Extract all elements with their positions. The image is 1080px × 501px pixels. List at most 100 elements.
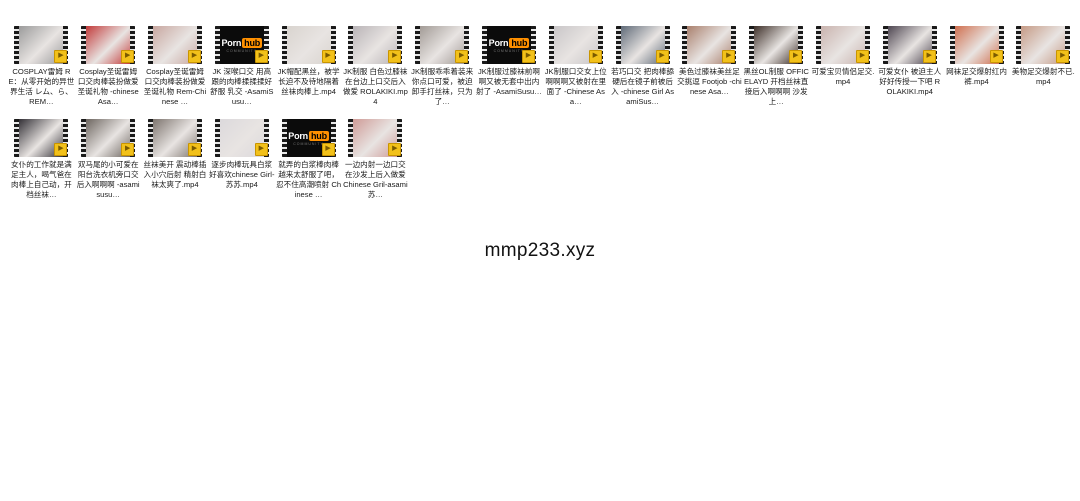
file-item[interactable]: ▶ 可爱女仆 被迫主人好好传授一下吧 ROLAKIKI.mp4 bbox=[876, 26, 943, 107]
file-type-badge-icon: ▶ bbox=[54, 143, 68, 156]
video-thumbnail[interactable]: ▶ bbox=[949, 26, 1004, 64]
file-name-label: JK帽配黑丝，被学长迫不及待地隔着丝袜肉棒上.mp4 bbox=[277, 67, 340, 96]
film-strip-left bbox=[348, 119, 354, 157]
file-type-badge-icon: ▶ bbox=[722, 50, 736, 63]
file-name-label: JK制服乖乖着装来你点口可爱，被迫卸手打丝袜，只为了… bbox=[411, 67, 474, 106]
film-strip-left bbox=[481, 26, 487, 64]
film-strip-left bbox=[548, 26, 554, 64]
film-strip-left bbox=[749, 26, 755, 64]
file-item[interactable]: ▶ Cosplay圣诞雷姆 口交肉棒装扮做爱 圣诞礼物 -chinese Asa… bbox=[75, 26, 142, 107]
file-item[interactable]: ▶ 可爱宝贝情侣足交.mp4 bbox=[810, 26, 877, 107]
video-thumbnail[interactable]: ▶ bbox=[281, 26, 336, 64]
video-thumbnail[interactable]: ▶ bbox=[1016, 26, 1071, 64]
file-type-badge-icon: ▶ bbox=[588, 50, 602, 63]
video-thumbnail[interactable]: ▶ bbox=[615, 26, 670, 64]
file-type-badge-icon: ▶ bbox=[455, 50, 469, 63]
video-thumbnail[interactable]: Porn hub COMMUNITY ▶ bbox=[281, 119, 336, 157]
file-name-label: 可爱女仆 被迫主人好好传授一下吧 ROLAKIKI.mp4 bbox=[878, 67, 942, 96]
file-item[interactable]: ▶ 黑丝OL制服 OFFICELAYD 开档丝袜直接后入啊啊啊 沙发上… bbox=[743, 26, 810, 107]
file-type-badge-icon: ▶ bbox=[321, 50, 335, 63]
file-type-badge-icon: ▶ bbox=[989, 50, 1003, 63]
file-item[interactable]: ▶ Cosplay圣诞雷姆 口交肉棒装扮做爱 圣诞礼物 Rem-Chinese … bbox=[142, 26, 209, 107]
file-type-badge-icon: ▶ bbox=[655, 50, 669, 63]
video-thumbnail[interactable]: ▶ bbox=[815, 26, 870, 64]
watermark-text: mmp233.xyz bbox=[484, 240, 596, 261]
file-type-badge-icon: ▶ bbox=[121, 143, 135, 156]
file-item[interactable]: ▶ 双马尾的小可爱在阳台洗衣机旁口交后入啊啊啊 -asamisusu… bbox=[75, 119, 142, 200]
video-thumbnail[interactable]: ▶ bbox=[147, 119, 202, 157]
file-item[interactable]: Porn hub COMMUNITY ▶ 就弄的白浆棒肉棒越来太舒服了吧，忍不住高潮喷射… bbox=[275, 119, 342, 200]
file-item[interactable]: ▶ COSPLAY雷姆 RE：从零开始的异世界生活 レム、ら、REM… bbox=[8, 26, 75, 107]
file-name-label: JK制服口交女上位啊啊啊又被射在里面了 -Chinese Asa… bbox=[544, 67, 607, 106]
file-item[interactable]: ▶ 若巧口交 把肉棒舔硬后在镜子前被后入 -chinese Girl AsamiS… bbox=[609, 26, 676, 107]
file-name-label: Cosplay圣诞雷姆 口交肉棒装扮做爱 圣诞礼物 -chinese Asa… bbox=[77, 67, 139, 106]
file-name-label: JK 深喉口交 用高跟的肉棒揉揉揉好舒服 乳交 -AsamiSusu… bbox=[210, 67, 274, 106]
film-strip-left bbox=[147, 119, 153, 157]
film-strip-left bbox=[882, 26, 888, 64]
video-thumbnail[interactable]: ▶ bbox=[14, 26, 69, 64]
video-thumbnail[interactable]: ▶ bbox=[14, 119, 69, 157]
file-type-badge-icon: ▶ bbox=[187, 50, 201, 63]
file-name-label: COSPLAY雷姆 RE：从零开始的异世界生活 レム、ら、REM… bbox=[8, 67, 75, 106]
film-strip-left bbox=[615, 26, 621, 64]
file-grid: ▶ COSPLAY雷姆 RE：从零开始的异世界生活 レム、ら、REM… ▶ Cospl… bbox=[8, 26, 1078, 200]
file-name-label: 女仆的工作就是满足主人，喝气爸在肉棒上自己动，开档丝袜… bbox=[11, 160, 72, 199]
video-thumbnail[interactable]: ▶ bbox=[882, 26, 937, 64]
video-thumbnail[interactable]: ▶ bbox=[548, 26, 603, 64]
file-item[interactable]: ▶ JK制服 白色过膝袜 在台边上口交后入做爱 ROLAKIKI.mp4 bbox=[342, 26, 409, 107]
film-strip-left bbox=[281, 119, 287, 157]
file-type-badge-icon: ▶ bbox=[54, 50, 68, 63]
file-item[interactable]: Porn hub COMMUNITY ▶ JK制服过膝袜前啊啊又被无套中出内射了 -As… bbox=[476, 26, 543, 107]
film-strip-left bbox=[214, 26, 220, 64]
film-strip-left bbox=[949, 26, 955, 64]
film-strip-left bbox=[815, 26, 821, 64]
video-thumbnail[interactable]: Porn hub COMMUNITY ▶ bbox=[481, 26, 536, 64]
video-thumbnail[interactable]: Porn hub COMMUNITY ▶ bbox=[214, 26, 269, 64]
file-name-label: JK制服过膝袜前啊啊又被无套中出内射了 -AsamiSusu… bbox=[476, 67, 542, 96]
file-item[interactable]: ▶ 美物足交爆射不已.mp4 bbox=[1010, 26, 1077, 107]
film-strip-left bbox=[214, 119, 220, 157]
file-name-label: 美色过膝袜美丝足交挑逗 Footjob -chinese Asa… bbox=[677, 67, 742, 96]
film-strip-left bbox=[14, 119, 20, 157]
file-item[interactable]: ▶ 网袜足交爆射红内裤.mp4 bbox=[943, 26, 1010, 107]
file-item[interactable]: ▶ 女仆的工作就是满足主人，喝气爸在肉棒上自己动，开档丝袜… bbox=[8, 119, 75, 200]
video-thumbnail[interactable]: ▶ bbox=[81, 26, 136, 64]
file-type-badge-icon: ▶ bbox=[121, 50, 135, 63]
file-type-badge-icon: ▶ bbox=[254, 143, 268, 156]
film-strip-left bbox=[1016, 26, 1022, 64]
file-name-label: 双马尾的小可爱在阳台洗衣机旁口交后入啊啊啊 -asamisusu… bbox=[76, 160, 140, 199]
film-strip-left bbox=[81, 119, 87, 157]
file-name-label: 就弄的白浆棒肉棒越来太舒服了吧，忍不住高潮喷射 Chinese … bbox=[276, 160, 342, 199]
file-name-label: Cosplay圣诞雷姆 口交肉棒装扮做爱 圣诞礼物 Rem-Chinese … bbox=[143, 67, 207, 106]
file-item[interactable]: ▶ 逐步肉棒玩具白浆好喜欢chinese Girl-苏苏.mp4 bbox=[208, 119, 275, 200]
video-thumbnail[interactable]: ▶ bbox=[147, 26, 202, 64]
file-type-badge-icon: ▶ bbox=[521, 50, 535, 63]
file-item[interactable]: ▶ 美色过膝袜美丝足交挑逗 Footjob -chinese Asa… bbox=[676, 26, 743, 107]
video-thumbnail[interactable]: ▶ bbox=[682, 26, 737, 64]
file-name-label: JK制服 白色过膝袜 在台边上口交后入做爱 ROLAKIKI.mp4 bbox=[342, 67, 408, 106]
file-item[interactable]: ▶ JK制服乖乖着装来你点口可爱，被迫卸手打丝袜，只为了… bbox=[409, 26, 476, 107]
file-type-badge-icon: ▶ bbox=[254, 50, 268, 63]
file-name-label: 若巧口交 把肉棒舔硬后在镜子前被后入 -chinese Girl AsamiSu… bbox=[611, 67, 674, 106]
film-strip-left bbox=[281, 26, 287, 64]
video-thumbnail[interactable]: ▶ bbox=[348, 26, 403, 64]
file-name-label: 逐步肉棒玩具白浆好喜欢chinese Girl-苏苏.mp4 bbox=[209, 160, 275, 189]
film-strip-left bbox=[682, 26, 688, 64]
video-thumbnail[interactable]: ▶ bbox=[81, 119, 136, 157]
file-item[interactable]: ▶ 一边内射一边口交 在沙发上后入做爱 Chinese Gril-asami苏… bbox=[342, 119, 409, 200]
file-type-badge-icon: ▶ bbox=[388, 143, 402, 156]
file-item[interactable]: ▶ 丝袜美开 震动棒插入小穴后射 精射白袜太爽了.mp4 bbox=[142, 119, 209, 200]
video-thumbnail[interactable]: ▶ bbox=[348, 119, 403, 157]
video-thumbnail[interactable]: ▶ bbox=[214, 119, 269, 157]
file-item[interactable]: ▶ JK制服口交女上位啊啊啊又被射在里面了 -Chinese Asa… bbox=[542, 26, 609, 107]
file-name-label: 丝袜美开 震动棒插入小穴后射 精射白袜太爽了.mp4 bbox=[143, 160, 207, 189]
file-name-label: 美物足交爆射不已.mp4 bbox=[1011, 67, 1075, 86]
file-item[interactable]: Porn hub COMMUNITY ▶ JK 深喉口交 用高跟的肉棒揉揉揉好舒服 乳交… bbox=[208, 26, 275, 107]
film-strip-left bbox=[147, 26, 153, 64]
video-thumbnail[interactable]: ▶ bbox=[415, 26, 470, 64]
file-type-badge-icon: ▶ bbox=[187, 143, 201, 156]
file-item[interactable]: ▶ JK帽配黑丝，被学长迫不及待地隔着丝袜肉棒上.mp4 bbox=[275, 26, 342, 107]
video-thumbnail[interactable]: ▶ bbox=[749, 26, 804, 64]
file-name-label: 一边内射一边口交 在沙发上后入做爱 Chinese Gril-asami苏… bbox=[343, 160, 408, 199]
file-type-badge-icon: ▶ bbox=[388, 50, 402, 63]
